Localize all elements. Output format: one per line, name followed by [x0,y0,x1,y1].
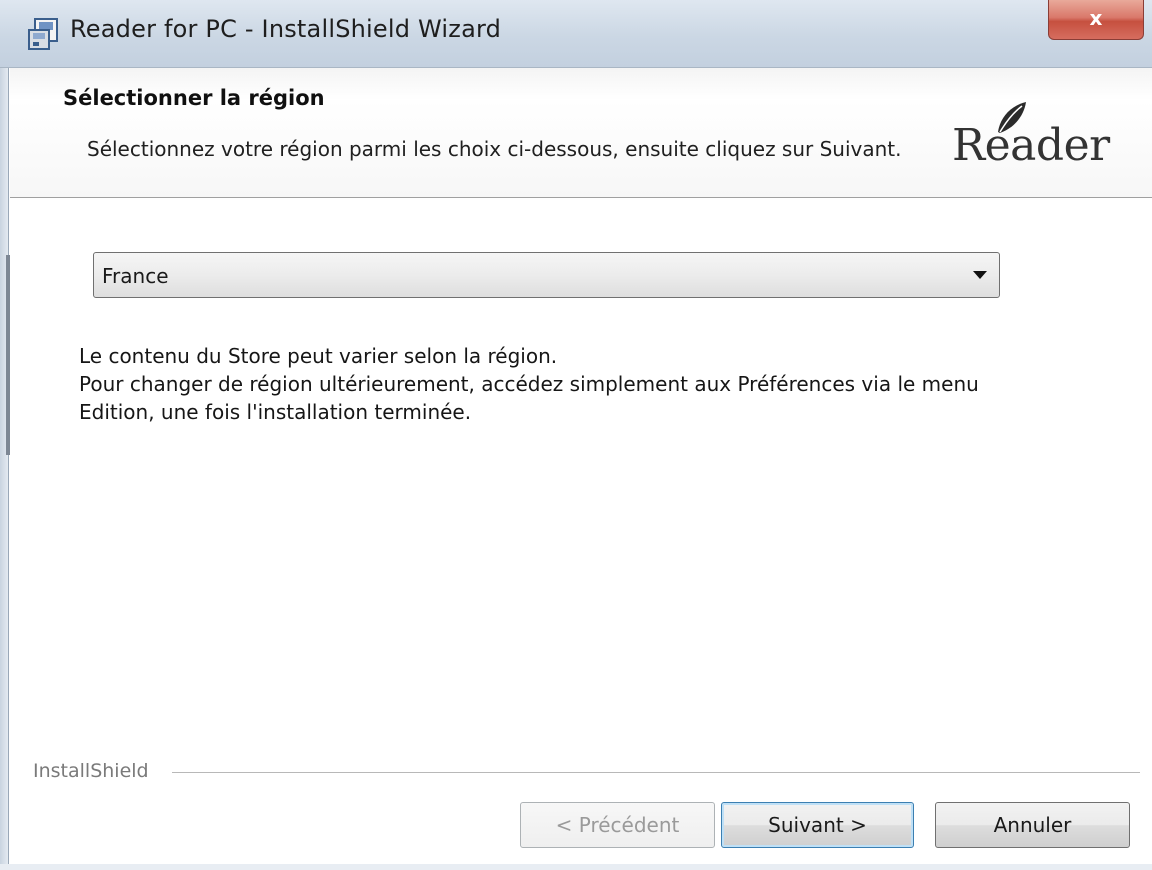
page-subtitle: Sélectionnez votre région parmi les choi… [87,137,902,161]
close-button[interactable]: x [1048,0,1144,40]
region-dropdown-value: France [102,264,169,288]
next-button[interactable]: Suivant > [721,802,914,848]
reader-logo: Reader [952,100,1142,180]
window-frame-left [0,68,9,870]
window-title: Reader for PC - InstallShield Wizard [70,15,502,43]
cancel-button[interactable]: Annuler [935,802,1130,848]
info-line: Le contenu du Store peut varier selon la… [79,344,558,368]
installer-icon [28,18,58,50]
close-icon[interactable]: x [1090,6,1103,30]
info-line: Pour changer de région ultérieurement, a… [79,372,979,396]
previous-button[interactable]: < Précédent [520,802,715,848]
footer-separator [172,772,1140,774]
installshield-brand: InstallShield [33,760,149,782]
logo-text: Reader [952,120,1110,171]
frame-edge-marker [6,255,10,455]
title-bar[interactable]: Reader for PC - InstallShield Wizard x [0,0,1152,68]
region-dropdown[interactable]: France [93,252,1000,298]
chevron-down-icon[interactable] [973,271,987,279]
page-title: Sélectionner la région [63,86,325,110]
info-line: Edition, une fois l'installation terminé… [79,400,472,424]
window-frame-bottom [0,864,1152,870]
info-text: Le contenu du Store peut varier selon la… [79,342,979,426]
